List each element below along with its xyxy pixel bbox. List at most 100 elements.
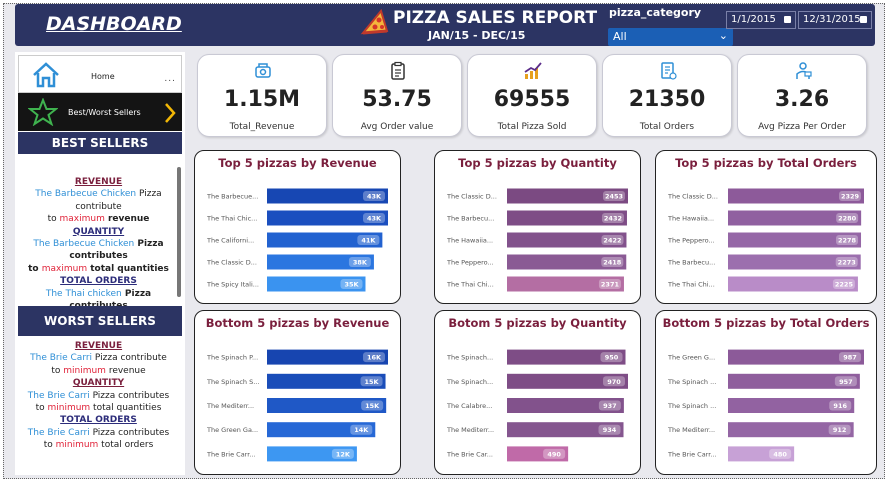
chevron-down-icon: ⌄ bbox=[718, 29, 728, 42]
chart-bottom-revenue: The Spinach P... 16K The Spinach S... 15K Th… bbox=[206, 349, 388, 462]
report-subtitle: JAN/15 - DEC/15 bbox=[428, 29, 526, 42]
text-fragment: Pizza bbox=[134, 239, 164, 250]
best-sellers-summary: REVENUE The Barbecue Chicken Pizza contr… bbox=[21, 176, 176, 312]
bar-category-label: The Spicy Itali... bbox=[206, 281, 259, 289]
chart-panel-bottom-quantity: Botom 5 pizzas by Quantity The Spinach..… bbox=[434, 310, 641, 475]
text-fragment: contribute bbox=[75, 201, 122, 212]
best-revenue-pizza: The Barbecue Chicken bbox=[35, 189, 137, 200]
worst-quantity-heading: QUANTITY bbox=[72, 378, 125, 389]
text-fragment: total quantities bbox=[87, 263, 169, 274]
money-icon bbox=[255, 63, 271, 78]
bar-data-label: 2422 bbox=[603, 237, 621, 245]
calendar-icon bbox=[860, 16, 867, 23]
minimum-highlight: minimum bbox=[55, 440, 99, 451]
bar-data-label: 15K bbox=[365, 402, 380, 410]
text-fragment: to bbox=[47, 214, 60, 225]
bar-category-label: The Spinach... bbox=[446, 378, 493, 386]
delivery-icon bbox=[796, 62, 812, 79]
kpi-value: 21350 bbox=[628, 87, 706, 112]
bar-category-label: The Thai Chi... bbox=[667, 281, 715, 289]
worst-quantity-pizza: The Brie Carri bbox=[27, 390, 90, 401]
end-date-input[interactable]: 12/31/2015 bbox=[798, 11, 872, 29]
bar-data-label: 41K bbox=[361, 237, 376, 245]
bar-category-label: The Spinach... bbox=[446, 354, 493, 362]
bar-category-label: The Peppero... bbox=[667, 237, 715, 245]
kpi-label: Total Pizza Sold bbox=[497, 122, 567, 132]
bar-data-label: 43K bbox=[367, 215, 382, 223]
bar-category-label: The Spinach S... bbox=[206, 378, 259, 386]
kpi-avg-order-value: 53.75 Avg Order value bbox=[332, 54, 462, 137]
bar-category-label: The Calabre... bbox=[446, 402, 492, 410]
kpi-value: 53.75 bbox=[362, 87, 432, 112]
bar-data-label: 957 bbox=[839, 378, 853, 386]
worst-revenue-pizza: The Brie Carri bbox=[30, 353, 93, 364]
bar-data-label: 2280 bbox=[838, 215, 857, 223]
chevron-right-icon bbox=[165, 103, 176, 123]
text-fragment: to bbox=[35, 403, 48, 414]
bar-data-label: 15K bbox=[364, 378, 379, 386]
star-icon bbox=[28, 98, 58, 126]
bar-category-label: The Hawaiia... bbox=[667, 215, 714, 223]
sidebar: Home ... Best/Worst Sellers BEST SELLERS… bbox=[15, 52, 185, 475]
bar-data-label: 2418 bbox=[603, 259, 622, 267]
bar-category-label: The Classic D... bbox=[446, 193, 497, 201]
bar-category-label: The Peppero... bbox=[446, 259, 494, 267]
chart-panel-top-revenue: Top 5 pizzas by Revenue The Barbecue... 4… bbox=[194, 150, 401, 304]
kpi-value: 3.26 bbox=[774, 87, 830, 112]
end-date-value: 12/31/2015 bbox=[803, 14, 861, 25]
best-quantity-heading: QUANTITY bbox=[72, 226, 125, 237]
chart-panel-top-orders: Top 5 pizzas by Total Orders The Classic… bbox=[655, 150, 877, 304]
text-fragment: revenue bbox=[104, 214, 150, 225]
kpi-total-revenue: 1.15M Total_Revenue bbox=[197, 54, 327, 137]
minimum-highlight: minimum bbox=[63, 365, 106, 376]
bar-category-label: The Brie Carr... bbox=[667, 450, 717, 458]
text-fragment: Pizza contributes bbox=[89, 390, 170, 401]
dashboard-title: DASHBOARD bbox=[46, 13, 182, 35]
more-options-icon[interactable]: ... bbox=[164, 74, 176, 84]
text-fragment: contributes bbox=[69, 251, 128, 262]
worst-sellers-heading: WORST SELLERS bbox=[18, 306, 182, 336]
sidebar-scrollbar[interactable] bbox=[177, 167, 181, 297]
start-date-value: 1/1/2015 bbox=[731, 14, 776, 25]
worst-orders-pizza: The Brie Carri bbox=[27, 427, 90, 438]
bar-category-label: The Mediterr... bbox=[446, 426, 494, 434]
bar-category-label: The Barbecue... bbox=[206, 193, 258, 201]
best-revenue-heading: REVENUE bbox=[74, 177, 123, 187]
bar-category-label: The Hawaiia... bbox=[446, 237, 493, 245]
category-slicer-dropdown[interactable]: All ⌄ bbox=[608, 28, 733, 46]
order-list-icon bbox=[661, 62, 677, 80]
chart-panel-top-quantity: Top 5 pizzas by Quantity The Classic D..… bbox=[434, 150, 641, 304]
bar-data-label: 2453 bbox=[605, 193, 623, 201]
bar-category-label: The Spinach ... bbox=[667, 378, 716, 386]
text-fragment: Pizza contributes bbox=[89, 427, 170, 438]
bar-data-label: 937 bbox=[603, 402, 617, 410]
bar-data-label: 43K bbox=[367, 193, 382, 201]
bar-category-label: The Barbecu... bbox=[446, 215, 494, 223]
home-icon bbox=[33, 62, 59, 88]
bar-data-label: 490 bbox=[547, 450, 561, 458]
bar-data-label: 2432 bbox=[604, 215, 622, 223]
text-fragment: to bbox=[51, 365, 64, 376]
home-nav-button[interactable]: Home ... bbox=[18, 55, 182, 93]
home-nav-label: Home bbox=[91, 72, 115, 81]
minimum-highlight: minimum bbox=[47, 403, 91, 414]
start-date-input[interactable]: 1/1/2015 bbox=[726, 11, 796, 29]
kpi-label: Avg Order value bbox=[360, 122, 434, 132]
kpi-label: Total_Revenue bbox=[229, 122, 295, 132]
report-title: PIZZA SALES REPORT bbox=[393, 8, 598, 28]
bar-category-label: The Spinach ... bbox=[667, 402, 716, 410]
best-orders-pizza: The Thai chicken bbox=[45, 288, 122, 299]
text-fragment: Pizza bbox=[136, 189, 162, 200]
bar-category-label: The Thai Chic... bbox=[206, 215, 257, 223]
chart-bottom-orders: The Green G... 987 The Spinach ... 957 The S… bbox=[667, 349, 864, 462]
chart-panel-bottom-orders: Bottom 5 pizzas by Total Orders The Gree… bbox=[655, 310, 877, 475]
bar-data-label: 16K bbox=[367, 354, 382, 362]
kpi-total-pizza-sold: 69555 Total Pizza Sold bbox=[467, 54, 597, 137]
text-fragment: Pizza contribute bbox=[92, 353, 167, 364]
clipboard-icon bbox=[391, 61, 405, 80]
best-worst-nav-label: Best/Worst Sellers bbox=[68, 108, 141, 117]
best-worst-sellers-nav-button[interactable]: Best/Worst Sellers bbox=[18, 93, 182, 131]
bar-data-label: 2225 bbox=[835, 281, 854, 289]
kpi-label: Avg Pizza Per Order bbox=[758, 122, 846, 132]
text-fragment: total orders bbox=[98, 440, 154, 451]
